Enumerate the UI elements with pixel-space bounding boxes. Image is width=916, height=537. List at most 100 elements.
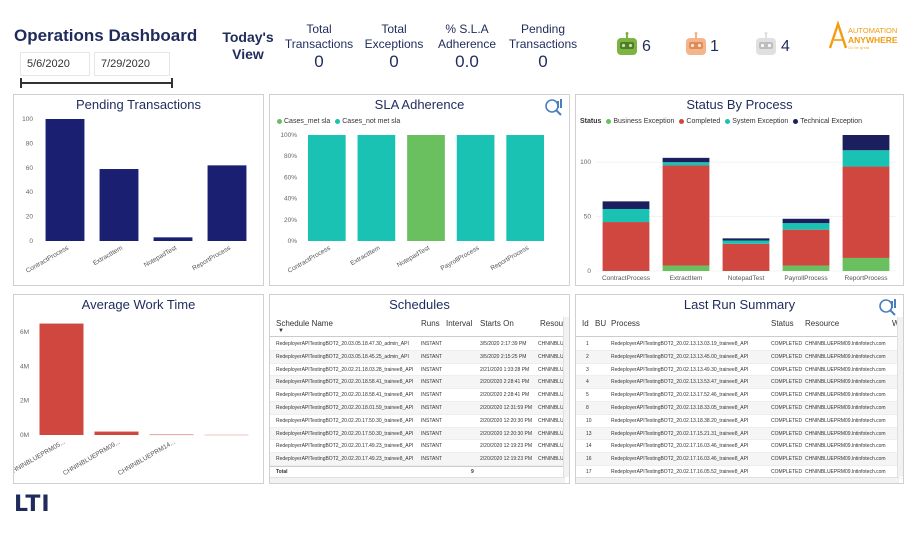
col-id[interactable]: Id — [582, 319, 589, 328]
table-cell: 3/5/2020 2:17:39 PM — [480, 341, 527, 347]
table-cell: COMPLETED — [771, 379, 803, 386]
table-cell: INSTANT — [421, 392, 443, 399]
col-interval[interactable]: Interval — [446, 319, 472, 328]
bar — [456, 135, 495, 241]
table-cell: COMPLETED — [771, 341, 803, 347]
table-cell: RedeployerAPITestingBOT2_20.02.13.17.52.… — [611, 392, 749, 399]
y-tick-label: 0 — [29, 238, 33, 245]
table-cell: COMPLETED — [771, 430, 803, 437]
table-cell: 3 — [586, 366, 589, 373]
table-row[interactable]: 3 RedeployerAPITestingBOT2_20.02.13.13.49… — [576, 363, 903, 377]
y-tick-label: 2M — [20, 398, 29, 405]
col-resource[interactable]: Resource — [805, 319, 839, 328]
x-tick-label: PayrollProcess — [784, 275, 828, 282]
table-cell: CHNINBLU — [538, 443, 564, 450]
bar — [94, 431, 139, 435]
table-cell: COMPLETED — [771, 405, 803, 411]
x-tick-label: PayrollProcess — [440, 244, 482, 272]
table-cell: INSTANT — [421, 456, 443, 463]
col-schedule-name[interactable]: Schedule Name — [276, 319, 333, 328]
vertical-scrollbar[interactable] — [563, 317, 569, 477]
analytics-icon[interactable] — [877, 297, 899, 317]
bar — [153, 237, 193, 241]
table-cell: 10 — [586, 417, 592, 424]
y-tick-label: 0M — [20, 432, 29, 439]
table-row[interactable]: RedeployerAPITestingBOT2_20.02.20.18.58.… — [270, 389, 569, 402]
sla-adherence-panel: SLA Adherence Cases_met sla Cases_not me… — [269, 94, 570, 286]
x-tick-label: ReportProcess — [489, 244, 530, 272]
col-starts-on[interactable]: Starts On — [480, 319, 514, 328]
table-row[interactable]: 14 RedeployerAPITestingBOT2_20.02.17.16.0… — [576, 440, 903, 454]
table-cell: RedeployerAPITestingBOT2_20.03.05.18.47.… — [276, 341, 409, 347]
table-cell: 1 — [586, 341, 589, 347]
table-cell: CHNINBLUEPRM09.lntinfotech.com — [805, 405, 886, 411]
col-runs[interactable]: Runs — [421, 319, 440, 328]
table-cell: RedeployerAPITestingBOT2_20.02.17.16.03.… — [611, 443, 749, 450]
table-cell: 2 — [586, 353, 589, 360]
date-range-slider[interactable] — [20, 78, 173, 88]
horizontal-scrollbar[interactable] — [270, 477, 565, 483]
table-cell: CHNINBLUEPRM09.lntinfotech.com — [805, 417, 886, 424]
pending-transactions-panel: Pending Transactions 0 20 40 60 80 100 Contrac… — [13, 94, 264, 286]
lti-logo: LTI — [14, 492, 51, 517]
table-row[interactable]: RedeployerAPITestingBOT2_20.02.20.18.58.… — [270, 376, 569, 390]
table-row[interactable]: 8 RedeployerAPITestingBOT2_20.02.13.18.33… — [576, 402, 903, 415]
table-cell: RedeployerAPITestingBOT2_20.02.13.18.38.… — [611, 417, 749, 424]
col-process[interactable]: Process — [611, 319, 640, 328]
col-status[interactable]: Status — [771, 319, 794, 328]
end-date-input[interactable]: 7/29/2020 — [94, 52, 170, 76]
kpi-pending-transactions: Pending Transactions 0 — [508, 22, 578, 72]
table-cell: RedeployerAPITestingBOT2_20.02.17.16.03.… — [611, 456, 749, 463]
y-tick-label: 100 — [22, 116, 33, 123]
kpi-label: Total Transactions — [284, 22, 354, 51]
table-cell: RedeployerAPITestingBOT2_20.02.13.13.45.… — [611, 353, 749, 360]
table-row[interactable]: RedeployerAPITestingBOT2_20.03.05.18.47.… — [270, 338, 569, 351]
bar — [722, 243, 770, 271]
status-by-process-panel: Status By Process Status Business Except… — [575, 94, 904, 286]
bar — [662, 157, 710, 163]
table-row[interactable]: 13 RedeployerAPITestingBOT2_20.02.17.15.2… — [576, 427, 903, 441]
col-bu[interactable]: BU — [595, 319, 606, 328]
total-label: Total — [276, 469, 288, 475]
table-row[interactable]: 5 RedeployerAPITestingBOT2_20.02.13.17.52… — [576, 389, 903, 402]
start-date-input[interactable]: 5/6/2020 — [20, 52, 90, 76]
kpi-label: Total Exceptions — [364, 22, 424, 51]
table-row[interactable]: RedeployerAPITestingBOT2_20.02.20.17.50.… — [270, 427, 569, 441]
table-row[interactable]: 1 RedeployerAPITestingBOT2_20.02.13.13.03… — [576, 338, 903, 351]
y-tick-label: 20 — [26, 214, 34, 221]
bar — [45, 119, 85, 241]
table-row[interactable]: 2 RedeployerAPITestingBOT2_20.02.13.13.45… — [576, 350, 903, 364]
table-cell: CHNINBLUEPRM09.lntinfotech.com — [805, 341, 886, 347]
bar — [407, 135, 445, 241]
sort-desc-icon[interactable]: ▼ — [278, 328, 284, 334]
table-cell: CHNINBLUEPRM09.lntinfotech.com — [805, 366, 886, 373]
table-row[interactable]: RedeployerAPITestingBOT2_20.03.05.18.45.… — [270, 350, 569, 364]
table-cell: INSTANT — [421, 417, 443, 424]
table-row[interactable]: RedeployerAPITestingBOT2_20.02.20.17.49.… — [270, 440, 569, 454]
horizontal-scrollbar[interactable] — [576, 477, 899, 483]
table-row[interactable]: RedeployerAPITestingBOT2_20.02.21.18.03.… — [270, 363, 569, 377]
table-row[interactable]: 4 RedeployerAPITestingBOT2_20.02.13.13.53… — [576, 376, 903, 390]
table-cell: CHNINBLU — [538, 353, 564, 360]
vertical-scrollbar[interactable] — [897, 317, 903, 477]
white-bot-count: 4 — [781, 38, 790, 55]
x-tick-label: ContractProcess — [25, 244, 71, 274]
bar — [842, 257, 890, 271]
table-row[interactable]: RedeployerAPITestingBOT2_20.02.20.17.49.… — [270, 453, 569, 466]
bar — [602, 201, 650, 209]
page-title: Operations Dashboard — [14, 26, 198, 45]
table-row[interactable]: RedeployerAPITestingBOT2_20.02.20.18.01.… — [270, 402, 569, 415]
table-cell: CHNINBLU — [538, 430, 564, 437]
table-cell: 5 — [586, 392, 589, 399]
table-cell: RedeployerAPITestingBOT2_20.03.05.18.45.… — [276, 353, 409, 360]
table-row[interactable]: 10 RedeployerAPITestingBOT2_20.02.13.18.3… — [576, 414, 903, 428]
table-row[interactable]: RedeployerAPITestingBOT2_20.02.20.17.50.… — [270, 414, 569, 428]
kpi-label: % S.L.A Adherence — [437, 22, 497, 51]
y-tick-label: 6M — [20, 329, 29, 336]
table-row[interactable]: 16 RedeployerAPITestingBOT2_20.02.17.16.0… — [576, 453, 903, 466]
table-cell: CHNINBLUEPRM09.lntinfotech.com — [805, 379, 886, 386]
table-cell: 2/20/2020 2:28:41 PM — [480, 379, 530, 386]
col-resource[interactable]: Resou — [540, 319, 563, 328]
table-cell: CHNINBLUEPRM09.lntinfotech.com — [805, 443, 886, 450]
bar — [307, 135, 346, 241]
